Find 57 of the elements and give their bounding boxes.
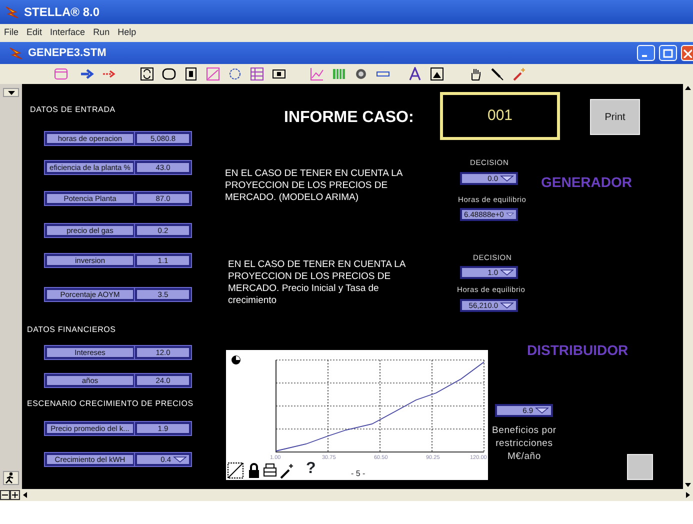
dial-icon[interactable]: [228, 67, 242, 81]
loop-icon[interactable]: [140, 67, 154, 81]
dropdown-button[interactable]: [3, 88, 19, 97]
help-button[interactable]: ?: [306, 460, 316, 478]
section-heading: DATOS FINANCIEROS: [27, 324, 116, 336]
section-label: GENERADOR: [541, 173, 632, 192]
zoom-out-icon[interactable]: [0, 490, 10, 500]
brush-icon[interactable]: [490, 67, 504, 81]
case-number: 001: [440, 92, 560, 140]
text-tool-icon[interactable]: [408, 67, 422, 81]
printer-icon[interactable]: [263, 462, 277, 479]
description-text: EN EL CASO DE TENER EN CUENTA LA PROYECCION DE LOS PRECIOS DE MERCADO. Precio Inicial y Tasa de crecimiento: [228, 259, 406, 307]
close-icon[interactable]: [682, 48, 692, 58]
picture-icon[interactable]: [430, 67, 444, 81]
zoom-in-icon[interactable]: [10, 490, 20, 500]
line-chart-icon[interactable]: [310, 67, 324, 81]
window-title: STELLA® 8.0: [24, 4, 100, 21]
menu-item[interactable]: File: [4, 26, 19, 40]
table-icon[interactable]: [250, 67, 264, 81]
maximize-button[interactable]: [659, 45, 677, 61]
caret-icon: [173, 456, 187, 463]
caret-icon: [8, 90, 14, 94]
resize-icon[interactable]: [227, 462, 245, 479]
grid-icon[interactable]: [332, 67, 346, 81]
menu-item[interactable]: Edit: [26, 26, 42, 40]
caret-icon: [500, 302, 514, 309]
menu-item[interactable]: Help: [118, 26, 136, 40]
knob-icon[interactable]: [354, 67, 368, 81]
close-button[interactable]: [681, 45, 693, 61]
document-logo-icon: [8, 45, 24, 61]
graph-pad-icon[interactable]: [206, 67, 220, 81]
menu-item[interactable]: Run: [93, 26, 110, 40]
print-button[interactable]: Print: [590, 99, 640, 135]
menu-item[interactable]: Interface: [50, 26, 86, 40]
caret-icon: [535, 407, 549, 414]
arrow-icon[interactable]: [80, 67, 94, 81]
caret-icon: [506, 211, 514, 218]
lock-icon[interactable]: [247, 462, 261, 479]
document-title: GENEPE3.STM: [28, 46, 108, 61]
page-number[interactable]: - 5 -: [351, 468, 366, 480]
caret-icon: [500, 269, 514, 276]
window-icon[interactable]: [54, 67, 68, 81]
rounded-box-icon[interactable]: [162, 67, 176, 81]
description-text: EN EL CASO DE TENER EN CUENTA LA PROYECCION DE LOS PRECIOS DE MERCADO. (MODELO ARIMA): [225, 168, 403, 204]
runner-icon: [4, 472, 16, 484]
field-caption: Beneficios por restricciones M€/año: [492, 424, 556, 463]
magic-wand-icon[interactable]: [279, 462, 293, 479]
section-label: DISTRIBUIDOR: [527, 341, 628, 360]
caret-icon: [500, 175, 514, 182]
app-logo-icon: [4, 4, 20, 20]
section-heading: DATOS DE ENTRADA: [30, 104, 116, 116]
maximize-icon[interactable]: [663, 48, 673, 58]
minimize-button[interactable]: [637, 45, 655, 61]
report-title: INFORME CASO:: [284, 108, 414, 128]
run-button[interactable]: [3, 471, 19, 485]
graph-type-icon[interactable]: [231, 355, 241, 365]
section-heading: ESCENARIO CRECIMIENTO DE PRECIOS: [27, 398, 194, 410]
